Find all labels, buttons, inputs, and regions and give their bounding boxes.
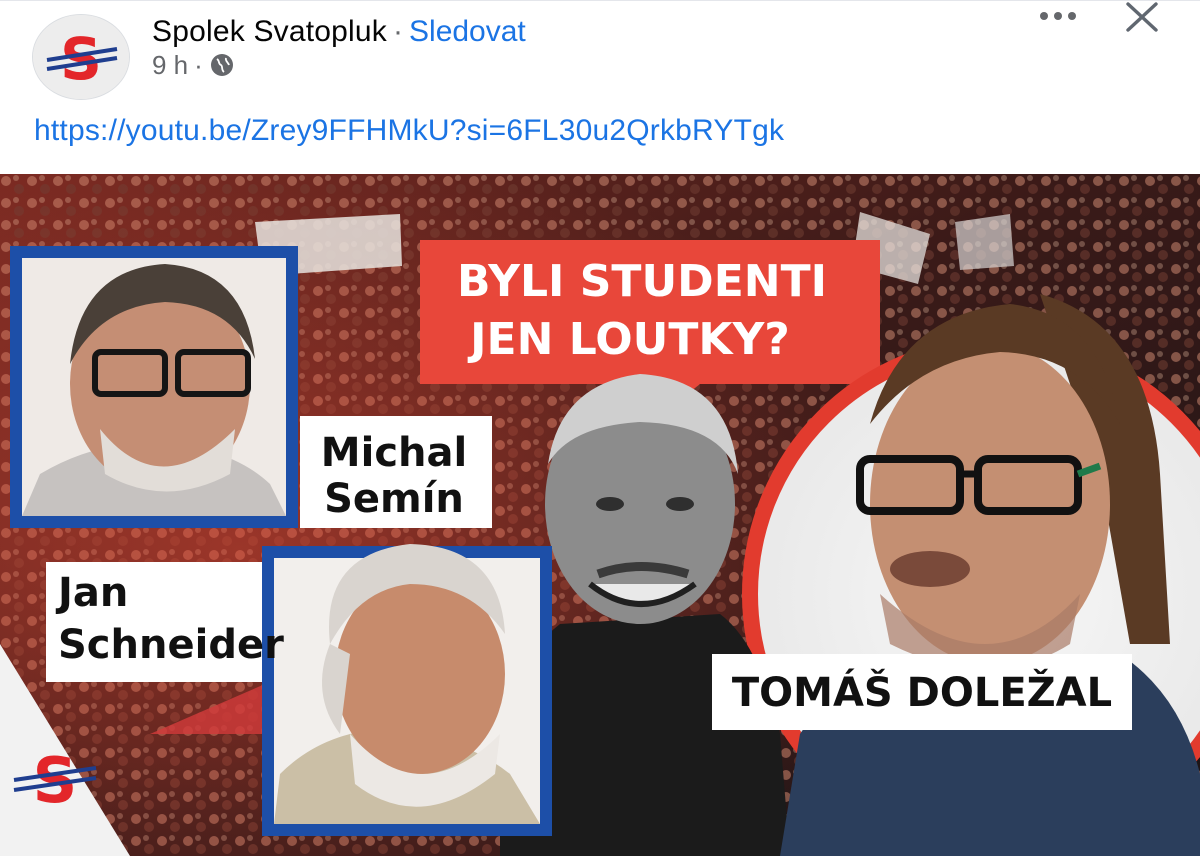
globe-icon[interactable] bbox=[209, 52, 235, 78]
close-icon bbox=[1126, 2, 1158, 32]
name-separator: · bbox=[393, 15, 404, 48]
author-name[interactable]: Spolek Svatopluk bbox=[152, 15, 387, 48]
thumbnail-art: Michal Semín Jan Schneider TOMÁŠ DOLEŽAL… bbox=[0, 174, 1200, 856]
post-timestamp[interactable]: 9 h bbox=[152, 52, 188, 78]
close-button[interactable] bbox=[1124, 0, 1160, 36]
host-name: TOMÁŠ DOLEŽAL bbox=[732, 668, 1112, 716]
svg-text:S: S bbox=[60, 25, 102, 93]
post-meta: 9 h · bbox=[152, 52, 526, 78]
page-logo-icon: S bbox=[33, 15, 129, 99]
headline-line1: BYLI STUDENTI bbox=[457, 256, 827, 307]
meta-separator: · bbox=[194, 50, 203, 80]
top-divider bbox=[0, 0, 1200, 1]
guest1-name-line1: Michal bbox=[321, 430, 467, 476]
page-avatar[interactable]: S bbox=[32, 14, 130, 100]
headline-line2: JEN LOUTKY? bbox=[467, 314, 790, 365]
post-link[interactable]: https://youtu.be/Zrey9FFHMkU?si=6FL30u2Q… bbox=[34, 114, 784, 148]
guest2-name-line2: Schneider bbox=[58, 622, 284, 668]
author-line: Spolek Svatopluk · Sledovat bbox=[152, 12, 526, 52]
more-options-icon bbox=[1040, 12, 1076, 20]
follow-button[interactable]: Sledovat bbox=[409, 15, 526, 48]
guest1-name-line2: Semín bbox=[324, 476, 464, 522]
post-header: Spolek Svatopluk · Sledovat 9 h · bbox=[152, 12, 526, 78]
more-options-button[interactable] bbox=[1036, 6, 1080, 26]
video-thumbnail[interactable]: Michal Semín Jan Schneider TOMÁŠ DOLEŽAL… bbox=[0, 174, 1200, 856]
guest2-name-line1: Jan bbox=[55, 570, 128, 616]
